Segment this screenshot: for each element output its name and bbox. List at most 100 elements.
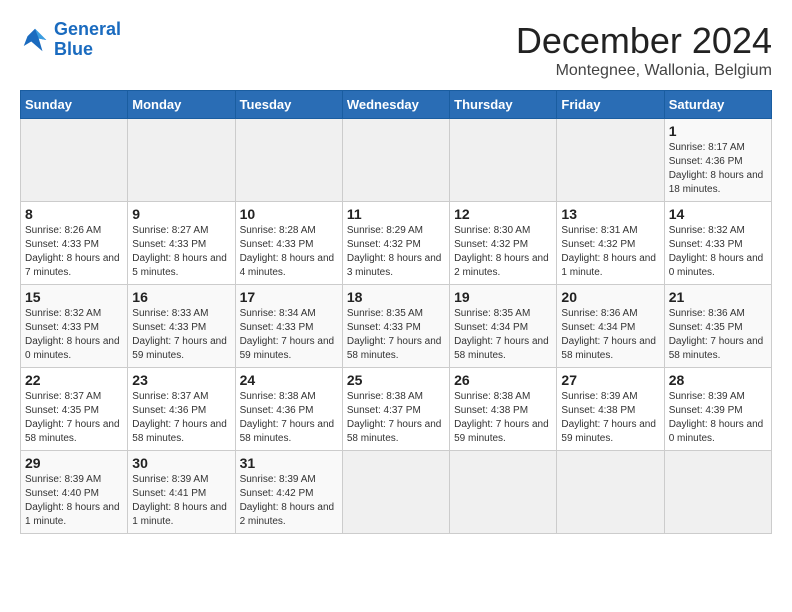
calendar-cell: 26 Sunrise: 8:38 AMSunset: 4:38 PMDayligh… (450, 368, 557, 451)
calendar-header-tuesday: Tuesday (235, 91, 342, 119)
calendar-cell: 16 Sunrise: 8:33 AMSunset: 4:33 PMDayligh… (128, 285, 235, 368)
calendar-header-saturday: Saturday (664, 91, 771, 119)
day-number: 13 (561, 206, 659, 222)
day-number: 28 (669, 372, 767, 388)
day-number: 29 (25, 455, 123, 471)
day-info: Sunrise: 8:35 AMSunset: 4:33 PMDaylight:… (347, 307, 445, 363)
calendar-week-2: 8 Sunrise: 8:26 AMSunset: 4:33 PMDaylight… (21, 202, 772, 285)
calendar-cell (235, 119, 342, 202)
day-info: Sunrise: 8:39 AMSunset: 4:39 PMDaylight:… (669, 390, 767, 446)
calendar-cell: 21Sunrise: 8:36 AMSunset: 4:35 PMDayligh… (664, 285, 771, 368)
day-number: 20 (561, 289, 659, 305)
day-number: 19 (454, 289, 552, 305)
day-number: 15 (25, 289, 123, 305)
day-number: 18 (347, 289, 445, 305)
day-info: Sunrise: 8:33 AMSunset: 4:33 PMDaylight:… (132, 307, 230, 363)
calendar-cell: 17 Sunrise: 8:34 AMSunset: 4:33 PMDayligh… (235, 285, 342, 368)
title-section: December 2024 Montegnee, Wallonia, Belgi… (516, 20, 772, 80)
calendar-cell: 8 Sunrise: 8:26 AMSunset: 4:33 PMDaylight… (21, 202, 128, 285)
calendar-cell (128, 119, 235, 202)
calendar-header-friday: Friday (557, 91, 664, 119)
day-number: 11 (347, 206, 445, 222)
day-info: Sunrise: 8:34 AMSunset: 4:33 PMDaylight:… (240, 307, 338, 363)
calendar-header-sunday: Sunday (21, 91, 128, 119)
day-info: Sunrise: 8:35 AMSunset: 4:34 PMDaylight:… (454, 307, 552, 363)
day-number: 17 (240, 289, 338, 305)
calendar-cell: 23 Sunrise: 8:37 AMSunset: 4:36 PMDayligh… (128, 368, 235, 451)
day-number: 31 (240, 455, 338, 471)
calendar-cell (342, 119, 449, 202)
calendar-cell (21, 119, 128, 202)
day-number: 16 (132, 289, 230, 305)
calendar-cell: 14 Sunrise: 8:32 AMSunset: 4:33 PMDayligh… (664, 202, 771, 285)
day-info: Sunrise: 8:28 AMSunset: 4:33 PMDaylight:… (240, 224, 338, 280)
day-number: 24 (240, 372, 338, 388)
day-number: 25 (347, 372, 445, 388)
calendar-cell: 22 Sunrise: 8:37 AMSunset: 4:35 PMDayligh… (21, 368, 128, 451)
day-info: Sunrise: 8:32 AMSunset: 4:33 PMDaylight:… (25, 307, 123, 363)
page-title: December 2024 (516, 20, 772, 62)
logo-icon (20, 25, 50, 55)
day-info: Sunrise: 8:29 AMSunset: 4:32 PMDaylight:… (347, 224, 445, 280)
calendar-cell (342, 451, 449, 534)
calendar-cell: 31 Sunrise: 8:39 AMSunset: 4:42 PMDayligh… (235, 451, 342, 534)
day-number: 9 (132, 206, 230, 222)
calendar-table: SundayMondayTuesdayWednesdayThursdayFrid… (20, 90, 772, 534)
calendar-cell: 1 Sunrise: 8:17 AMSunset: 4:36 PMDaylight… (664, 119, 771, 202)
day-number: 23 (132, 372, 230, 388)
calendar-cell: 15 Sunrise: 8:32 AMSunset: 4:33 PMDayligh… (21, 285, 128, 368)
day-number: 12 (454, 206, 552, 222)
day-number: 27 (561, 372, 659, 388)
day-info: Sunrise: 8:38 AMSunset: 4:37 PMDaylight:… (347, 390, 445, 446)
calendar-cell: 29 Sunrise: 8:39 AMSunset: 4:40 PMDayligh… (21, 451, 128, 534)
calendar-cell (450, 119, 557, 202)
logo-blue: Blue (54, 40, 121, 60)
logo: General Blue (20, 20, 121, 60)
day-info: Sunrise: 8:39 AMSunset: 4:41 PMDaylight:… (132, 473, 230, 529)
calendar-header-wednesday: Wednesday (342, 91, 449, 119)
calendar-cell (557, 119, 664, 202)
calendar-cell: 12 Sunrise: 8:30 AMSunset: 4:32 PMDayligh… (450, 202, 557, 285)
day-info: Sunrise: 8:17 AMSunset: 4:36 PMDaylight:… (669, 141, 767, 197)
page-subtitle: Montegnee, Wallonia, Belgium (516, 62, 772, 80)
day-info: Sunrise: 8:31 AMSunset: 4:32 PMDaylight:… (561, 224, 659, 280)
calendar-week-1: 1 Sunrise: 8:17 AMSunset: 4:36 PMDaylight… (21, 119, 772, 202)
day-info: Sunrise: 8:27 AMSunset: 4:33 PMDaylight:… (132, 224, 230, 280)
calendar-cell: 13 Sunrise: 8:31 AMSunset: 4:32 PMDayligh… (557, 202, 664, 285)
calendar-cell: 9 Sunrise: 8:27 AMSunset: 4:33 PMDaylight… (128, 202, 235, 285)
day-info: Sunrise: 8:39 AMSunset: 4:38 PMDaylight:… (561, 390, 659, 446)
day-info: Sunrise: 8:32 AMSunset: 4:33 PMDaylight:… (669, 224, 767, 280)
calendar-cell: 30Sunrise: 8:39 AMSunset: 4:41 PMDayligh… (128, 451, 235, 534)
calendar-cell: 20Sunrise: 8:36 AMSunset: 4:34 PMDayligh… (557, 285, 664, 368)
calendar-cell: 10 Sunrise: 8:28 AMSunset: 4:33 PMDayligh… (235, 202, 342, 285)
calendar-cell: 28 Sunrise: 8:39 AMSunset: 4:39 PMDayligh… (664, 368, 771, 451)
calendar-header-thursday: Thursday (450, 91, 557, 119)
day-info: Sunrise: 8:30 AMSunset: 4:32 PMDaylight:… (454, 224, 552, 280)
day-info: Sunrise: 8:39 AMSunset: 4:40 PMDaylight:… (25, 473, 123, 529)
calendar-cell (557, 451, 664, 534)
day-number: 1 (669, 123, 767, 139)
day-number: 14 (669, 206, 767, 222)
calendar-cell: 24 Sunrise: 8:38 AMSunset: 4:36 PMDayligh… (235, 368, 342, 451)
day-info: Sunrise: 8:37 AMSunset: 4:36 PMDaylight:… (132, 390, 230, 446)
day-number: 8 (25, 206, 123, 222)
calendar-cell: 19 Sunrise: 8:35 AMSunset: 4:34 PMDayligh… (450, 285, 557, 368)
calendar-week-5: 29 Sunrise: 8:39 AMSunset: 4:40 PMDayligh… (21, 451, 772, 534)
day-info: Sunrise: 8:37 AMSunset: 4:35 PMDaylight:… (25, 390, 123, 446)
day-info: Sunrise: 8:38 AMSunset: 4:36 PMDaylight:… (240, 390, 338, 446)
calendar-header-row: SundayMondayTuesdayWednesdayThursdayFrid… (21, 91, 772, 119)
day-number: 22 (25, 372, 123, 388)
logo-general: General (54, 19, 121, 39)
calendar-header-monday: Monday (128, 91, 235, 119)
calendar-cell (450, 451, 557, 534)
calendar-cell: 11 Sunrise: 8:29 AMSunset: 4:32 PMDayligh… (342, 202, 449, 285)
calendar-week-3: 15 Sunrise: 8:32 AMSunset: 4:33 PMDayligh… (21, 285, 772, 368)
day-number: 26 (454, 372, 552, 388)
calendar-cell: 27 Sunrise: 8:39 AMSunset: 4:38 PMDayligh… (557, 368, 664, 451)
day-info: Sunrise: 8:38 AMSunset: 4:38 PMDaylight:… (454, 390, 552, 446)
day-number: 10 (240, 206, 338, 222)
day-info: Sunrise: 8:26 AMSunset: 4:33 PMDaylight:… (25, 224, 123, 280)
header: General Blue December 2024 Montegnee, Wa… (20, 20, 772, 80)
day-info: Sunrise: 8:39 AMSunset: 4:42 PMDaylight:… (240, 473, 338, 529)
day-info: Sunrise: 8:36 AMSunset: 4:35 PMDaylight:… (669, 307, 767, 363)
